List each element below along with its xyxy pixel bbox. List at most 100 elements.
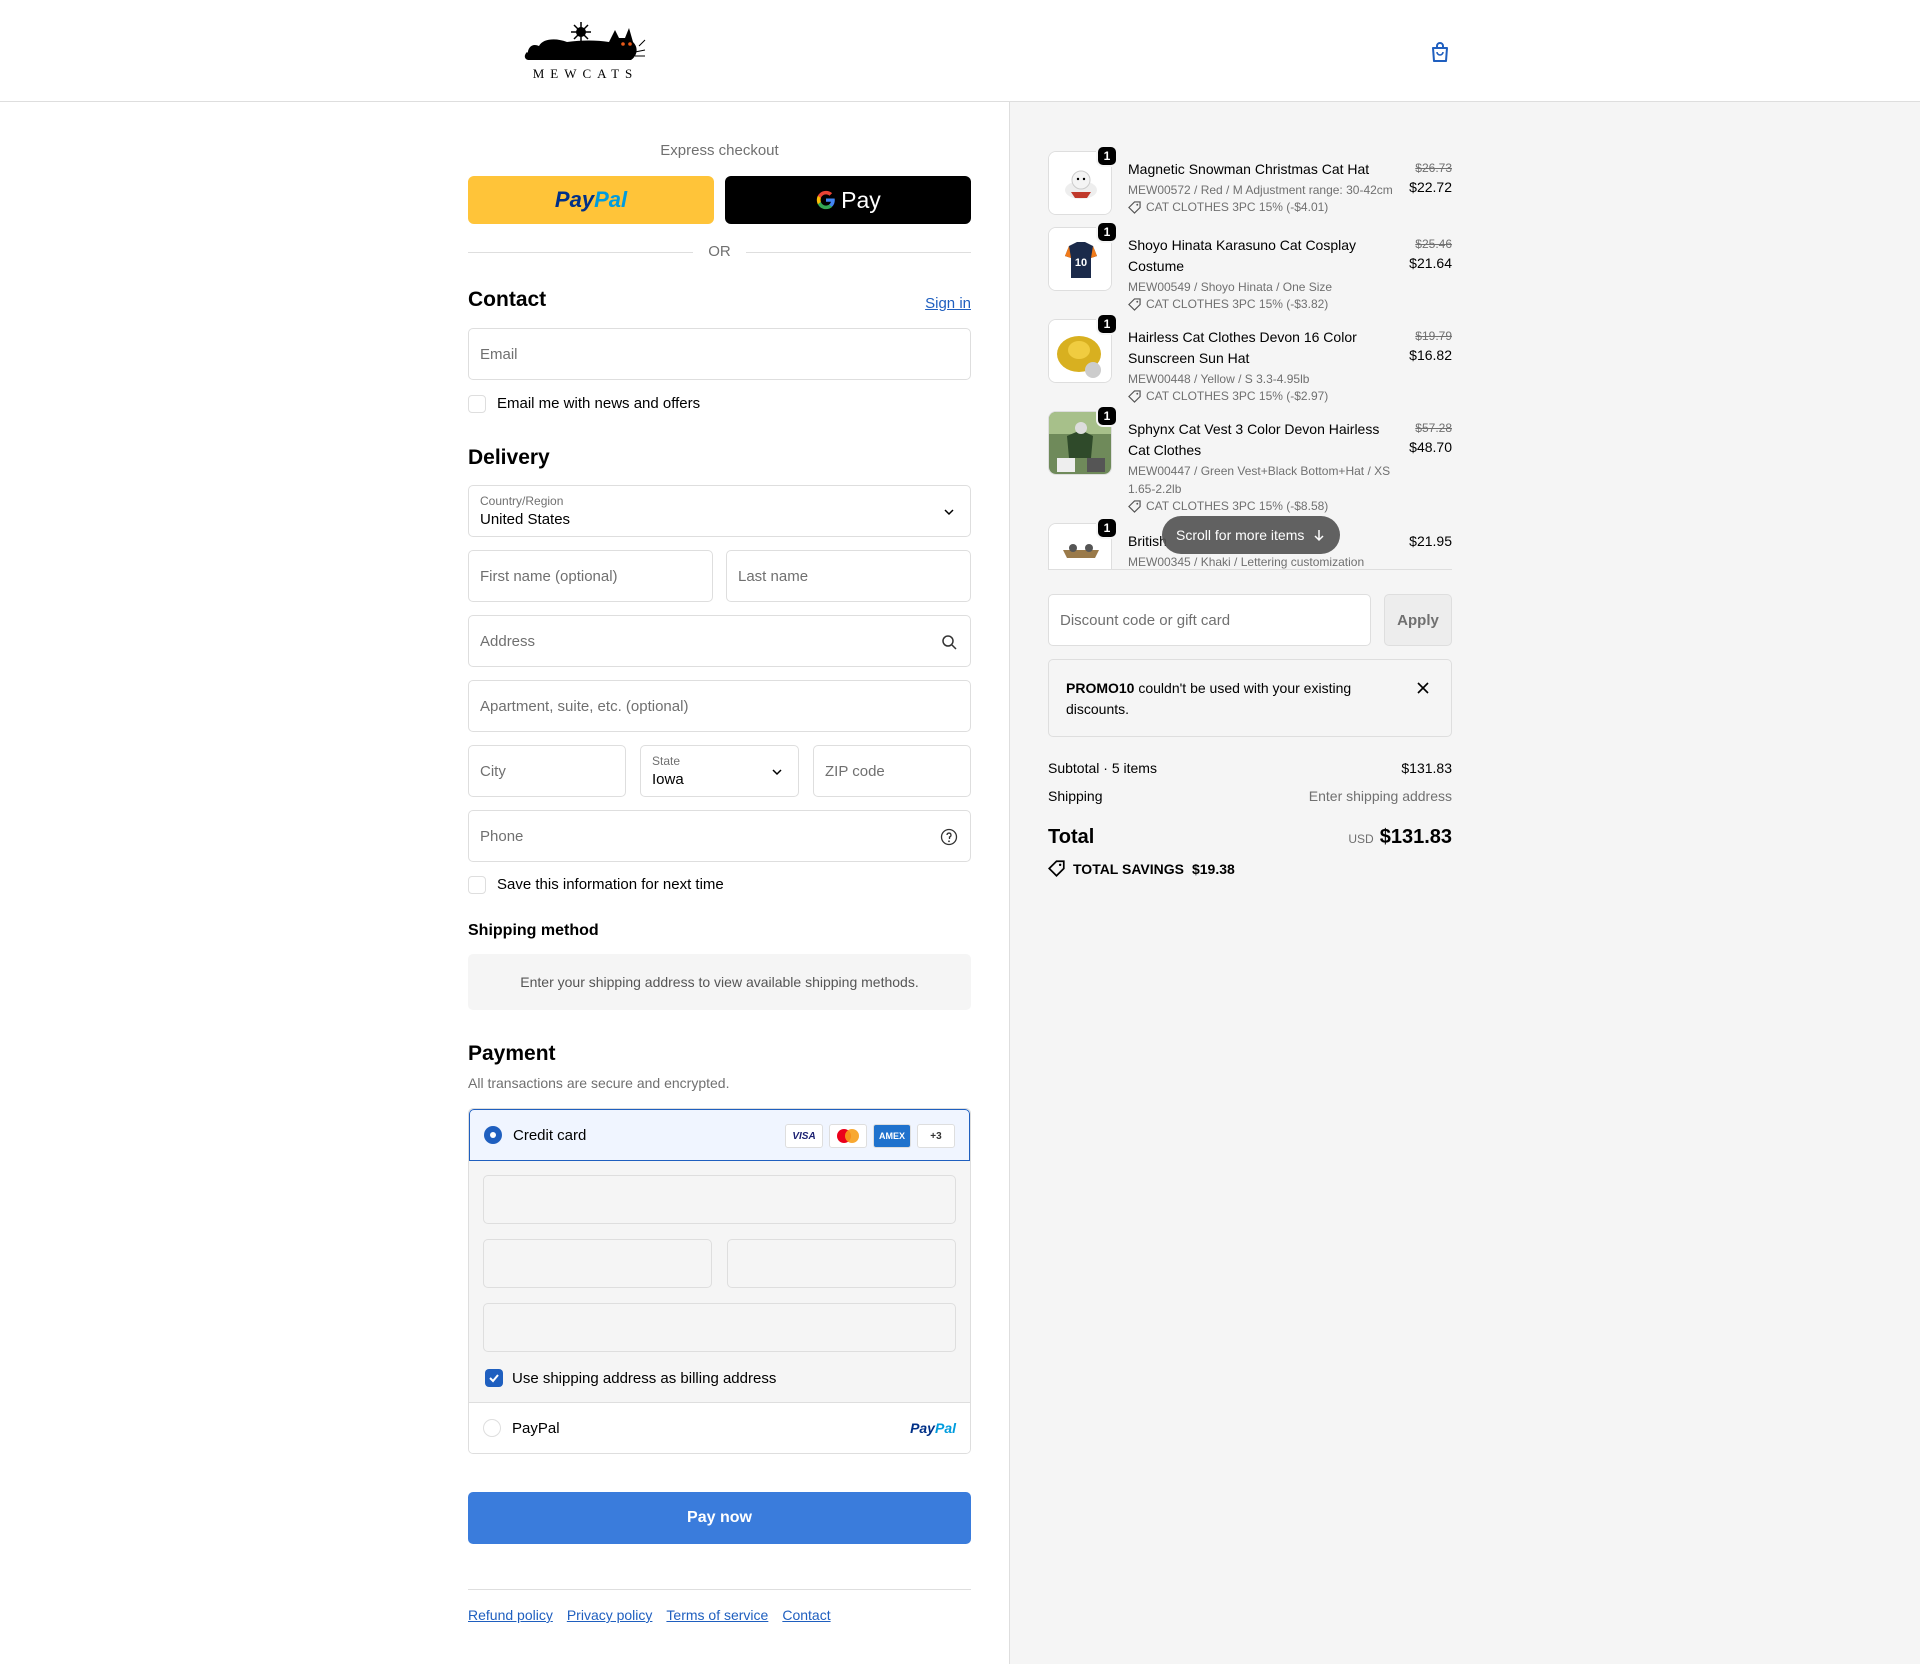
- quantity-badge: 1: [1096, 517, 1118, 539]
- total-savings: TOTAL SAVINGS $19.38: [1048, 860, 1235, 877]
- close-icon[interactable]: [1413, 678, 1433, 698]
- billing-address-label: Use shipping address as billing address: [512, 1370, 777, 1387]
- address-field[interactable]: Address: [468, 615, 971, 667]
- cart-button[interactable]: [1428, 40, 1452, 64]
- address-placeholder: Address: [480, 633, 536, 650]
- paypal-logo: PayPal: [910, 1420, 956, 1436]
- country-value: United States: [480, 511, 571, 528]
- item-original-price: $25.46: [1415, 237, 1452, 251]
- checkmark-icon: [489, 1374, 499, 1383]
- item-original-price: $19.79: [1415, 329, 1452, 343]
- discount-placeholder: Discount code or gift card: [1060, 612, 1231, 629]
- privacy-policy-link[interactable]: Privacy policy: [567, 1607, 653, 1623]
- tag-icon: [1128, 389, 1141, 403]
- shipping-row: Shipping Enter shipping address: [1048, 788, 1452, 804]
- svg-text:10: 10: [1075, 257, 1087, 269]
- paypal-express-button[interactable]: Pay Pal: [468, 176, 714, 224]
- name-on-card-field[interactable]: [483, 1303, 956, 1352]
- credit-card-label: Credit card: [513, 1127, 587, 1144]
- item-price: $22.72: [1409, 179, 1452, 195]
- tag-icon: [1128, 200, 1141, 214]
- last-name-field[interactable]: Last name: [726, 550, 971, 602]
- credit-card-radio[interactable]: [484, 1126, 502, 1144]
- quantity-badge: 1: [1096, 313, 1118, 335]
- scroll-for-more-button[interactable]: Scroll for more items: [1162, 516, 1341, 554]
- promo-code: PROMO10: [1066, 680, 1135, 696]
- shopping-bag-icon: [1432, 42, 1448, 62]
- line-items-list[interactable]: 1 Magnetic Snowman Christmas Cat Hat MEW…: [1048, 145, 1452, 570]
- item-discount-text: CAT CLOTHES 3PC 15% (-$8.58): [1146, 499, 1329, 513]
- item-price: $16.82: [1409, 347, 1452, 363]
- paypal-radio[interactable]: [483, 1419, 501, 1437]
- sign-in-link[interactable]: Sign in: [925, 295, 971, 312]
- card-number-field[interactable]: [483, 1175, 956, 1224]
- promo-error-text: PROMO10 couldn't be used with your exist…: [1066, 678, 1376, 720]
- country-select[interactable]: Country/Region United States: [468, 485, 971, 537]
- pay-now-button[interactable]: Pay now: [468, 1492, 971, 1544]
- security-code-field[interactable]: [727, 1239, 956, 1288]
- shipping-method-info: Enter your shipping address to view avai…: [468, 954, 971, 1010]
- payment-heading: Payment: [468, 1042, 556, 1065]
- mastercard-icon: [829, 1124, 867, 1148]
- amex-icon: AMEX: [873, 1124, 911, 1148]
- item-variant: MEW00345 / Khaki / Lettering customizati…: [1128, 555, 1365, 569]
- phone-field[interactable]: Phone: [468, 810, 971, 862]
- billing-address-checkbox[interactable]: [485, 1369, 503, 1387]
- contact-heading: Contact: [468, 288, 547, 311]
- item-discount: CAT CLOTHES 3PC 15% (-$4.01): [1128, 200, 1328, 214]
- item-original-price: $57.28: [1415, 421, 1452, 435]
- city-placeholder: City: [480, 763, 506, 780]
- state-label: State: [652, 754, 681, 768]
- email-placeholder: Email: [480, 346, 518, 363]
- help-icon[interactable]: [940, 828, 958, 846]
- chevron-down-icon: [772, 769, 782, 776]
- item-discount: CAT CLOTHES 3PC 15% (-$8.58): [1128, 499, 1328, 513]
- paypal-logo-part1: Pay: [554, 187, 595, 212]
- email-field[interactable]: Email: [468, 328, 971, 380]
- expiration-field[interactable]: [483, 1239, 712, 1288]
- tag-icon: [1128, 297, 1141, 311]
- quantity-badge: 1: [1096, 405, 1118, 427]
- phone-placeholder: Phone: [480, 828, 524, 845]
- quantity-badge: 1: [1096, 145, 1118, 167]
- save-info-label: Save this information for next time: [497, 876, 724, 893]
- contact-link[interactable]: Contact: [782, 1607, 830, 1623]
- save-info-checkbox[interactable]: [468, 876, 486, 894]
- item-variant: MEW00549 / Shoyo Hinata / One Size: [1128, 280, 1333, 294]
- google-pay-button[interactable]: Pay: [725, 176, 971, 224]
- item-original-price: $26.73: [1415, 161, 1452, 175]
- subtotal-label: Subtotal · 5 items: [1048, 760, 1157, 776]
- item-price: $21.95: [1409, 533, 1452, 549]
- item-variant: MEW00448 / Yellow / S 3.3-4.95lb: [1128, 372, 1310, 386]
- total-label: Total: [1048, 826, 1095, 848]
- footer-links: Refund policy Privacy policy Terms of se…: [468, 1607, 831, 1623]
- credit-card-option[interactable]: Credit card VISA AMEX +3: [469, 1109, 970, 1161]
- item-price: $21.64: [1409, 255, 1452, 271]
- refund-policy-link[interactable]: Refund policy: [468, 1607, 553, 1623]
- state-select[interactable]: State Iowa: [640, 745, 799, 797]
- apartment-field[interactable]: Apartment, suite, etc. (optional): [468, 680, 971, 732]
- news-checkbox[interactable]: [468, 395, 486, 413]
- discount-code-input[interactable]: Discount code or gift card: [1048, 594, 1371, 646]
- card-fields: Use shipping address as billing address: [469, 1161, 970, 1403]
- tag-icon: [1048, 860, 1065, 877]
- terms-of-service-link[interactable]: Terms of service: [666, 1607, 768, 1623]
- zip-field[interactable]: ZIP code: [813, 745, 971, 797]
- item-name: Sphynx Cat Vest 3 Color Devon Hairless C…: [1128, 421, 1380, 458]
- google-pay-label: Pay: [841, 186, 881, 213]
- city-field[interactable]: City: [468, 745, 626, 797]
- arrow-down-icon: [1314, 530, 1324, 542]
- savings-label: TOTAL SAVINGS: [1073, 860, 1184, 877]
- news-label: Email me with news and offers: [497, 395, 701, 412]
- paypal-option[interactable]: PayPal PayPal: [469, 1403, 970, 1453]
- item-discount-text: CAT CLOTHES 3PC 15% (-$2.97): [1146, 389, 1329, 403]
- currency-code: USD: [1348, 832, 1374, 846]
- subtotal-value: $131.83: [1401, 760, 1452, 776]
- apply-discount-button[interactable]: Apply: [1384, 594, 1452, 646]
- item-variant: MEW00572 / Red / M Adjustment range: 30-…: [1128, 183, 1393, 197]
- subtotal-row: Subtotal · 5 items $131.83: [1048, 760, 1452, 776]
- last-name-placeholder: Last name: [738, 568, 809, 585]
- first-name-field[interactable]: First name (optional): [468, 550, 713, 602]
- mewcats-logo[interactable]: MEWCATS: [523, 20, 648, 82]
- shipping-method-heading: Shipping method: [468, 922, 599, 939]
